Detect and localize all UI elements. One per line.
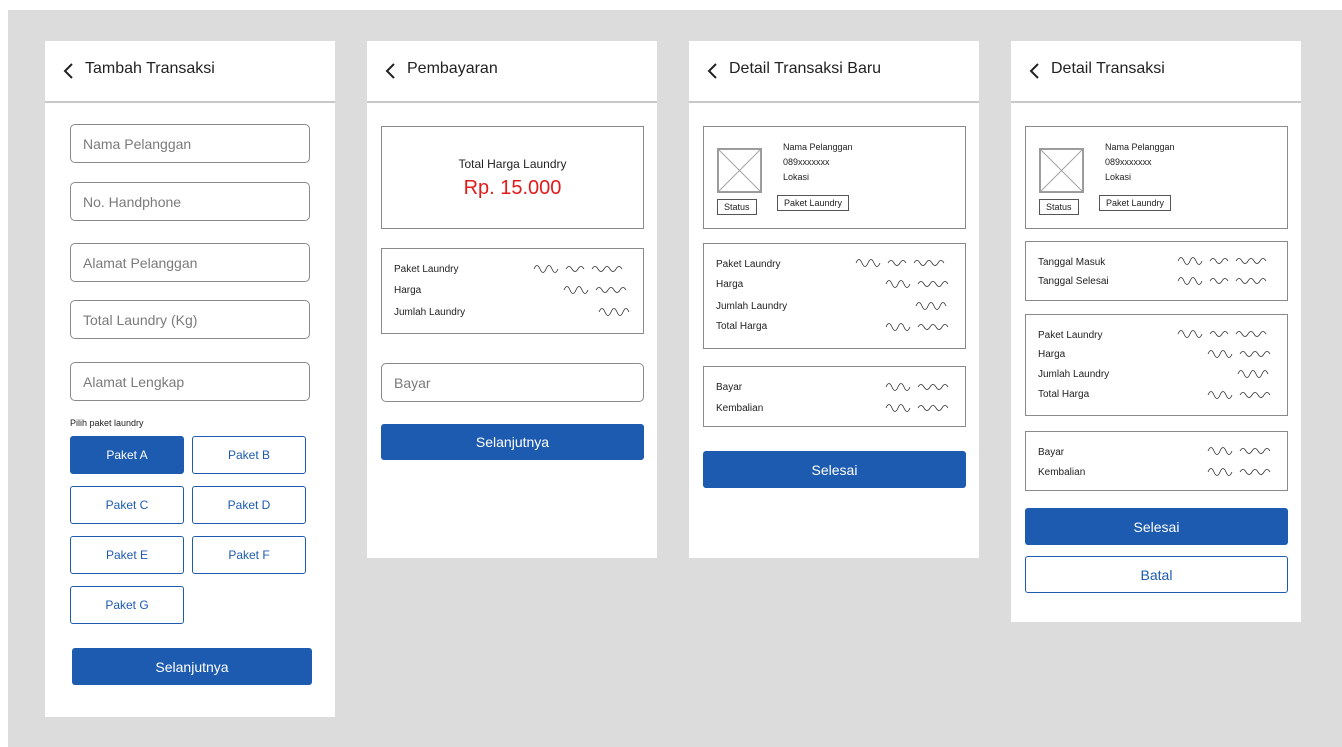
row-label: Paket Laundry	[716, 259, 781, 270]
package-e-button[interactable]: Paket E	[70, 536, 184, 574]
app-header: Detail Transaksi	[1011, 41, 1301, 103]
row-label: Kembalian	[716, 403, 764, 414]
payment-card: Bayar Kembalian	[703, 366, 966, 427]
chevron-left-icon[interactable]	[381, 59, 401, 83]
row-label: Harga	[716, 279, 744, 290]
row-label: Paket Laundry	[394, 264, 459, 275]
app-header: Tambah Transaksi	[45, 41, 335, 103]
page-title: Tambah Transaksi	[85, 60, 215, 77]
placeholder-text-scribble	[1207, 391, 1271, 399]
done-button[interactable]: Selesai	[1025, 508, 1288, 545]
customer-card: Nama Pelanggan 089xxxxxxx Lokasi Status …	[1025, 126, 1288, 229]
total-price-card: Total Harga Laundry Rp. 15.000	[381, 126, 644, 229]
package-d-button[interactable]: Paket D	[192, 486, 306, 524]
row-label: Jumlah Laundry	[1038, 369, 1110, 380]
dates-card: Tanggal Masuk Tanggal Selesai	[1025, 241, 1288, 301]
customer-location: Lokasi	[1105, 172, 1132, 182]
customer-info: Nama Pelanggan 089xxxxxxx Lokasi	[1105, 140, 1175, 185]
customer-address-input[interactable]: Alamat Pelanggan	[70, 243, 310, 282]
customer-phone: 089xxxxxxx	[783, 157, 830, 167]
customer-name-input[interactable]: Nama Pelanggan	[70, 124, 310, 163]
phone-input[interactable]: No. Handphone	[70, 182, 310, 221]
customer-name: Nama Pelanggan	[783, 142, 853, 152]
row-label: Jumlah Laundry	[394, 307, 466, 318]
image-placeholder-icon	[717, 148, 762, 193]
customer-info: Nama Pelanggan 089xxxxxxx Lokasi	[783, 140, 853, 185]
cancel-button[interactable]: Batal	[1025, 556, 1288, 593]
package-f-button[interactable]: Paket F	[192, 536, 306, 574]
full-address-input[interactable]: Alamat Lengkap	[70, 362, 310, 401]
placeholder-text-scribble	[885, 323, 949, 331]
placeholder-text-scribble	[1207, 350, 1271, 358]
customer-phone: 089xxxxxxx	[1105, 157, 1152, 167]
row-label: Tanggal Selesai	[1038, 276, 1109, 287]
order-summary-card: Paket Laundry Harga Jumlah Laundry Total…	[703, 243, 966, 349]
page-title: Pembayaran	[407, 60, 498, 77]
chevron-left-icon[interactable]	[59, 59, 79, 83]
placeholder-text-scribble	[1237, 370, 1269, 378]
package-a-button[interactable]: Paket A	[70, 436, 184, 474]
row-label: Harga	[1038, 349, 1066, 360]
row-label: Paket Laundry	[1038, 330, 1103, 341]
next-button[interactable]: Selanjutnya	[72, 648, 312, 685]
package-prompt-label: Pilih paket laundry	[70, 418, 144, 428]
order-summary-card: Paket Laundry Harga Jumlah Laundry	[381, 248, 644, 334]
next-button[interactable]: Selanjutnya	[381, 424, 644, 460]
package-b-button[interactable]: Paket B	[192, 436, 306, 474]
order-summary-card: Paket Laundry Harga Jumlah Laundry Total…	[1025, 314, 1288, 416]
package-badge: Paket Laundry	[777, 195, 850, 211]
package-c-button[interactable]: Paket C	[70, 486, 184, 524]
row-label: Kembalian	[1038, 467, 1086, 478]
chevron-left-icon[interactable]	[703, 59, 723, 83]
placeholder-text-scribble	[533, 265, 623, 273]
row-label: Harga	[394, 285, 422, 296]
row-label: Total Harga	[716, 321, 768, 332]
placeholder-text-scribble	[1177, 257, 1267, 265]
status-badge: Status	[1039, 199, 1079, 215]
placeholder-text-scribble	[885, 383, 949, 391]
placeholder-text-scribble	[598, 308, 630, 316]
image-placeholder-icon	[1039, 148, 1084, 193]
row-label: Bayar	[716, 382, 743, 393]
row-label: Bayar	[1038, 447, 1065, 458]
pay-input[interactable]: Bayar	[381, 363, 644, 402]
placeholder-text-scribble	[855, 259, 945, 267]
done-button[interactable]: Selesai	[703, 451, 966, 488]
customer-name: Nama Pelanggan	[1105, 142, 1175, 152]
total-price-amount: Rp. 15.000	[463, 177, 562, 199]
package-g-button[interactable]: Paket G	[70, 586, 184, 624]
placeholder-text-scribble	[563, 286, 627, 294]
screen-tambah-transaksi: Tambah Transaksi Nama Pelanggan No. Hand…	[45, 41, 335, 717]
placeholder-text-scribble	[1177, 330, 1267, 338]
payment-card: Bayar Kembalian	[1025, 431, 1288, 491]
app-header: Detail Transaksi Baru	[689, 41, 979, 103]
customer-location: Lokasi	[783, 172, 810, 182]
app-header: Pembayaran	[367, 41, 657, 103]
screen-detail-transaksi-baru: Detail Transaksi Baru Nama Pelanggan 089…	[689, 41, 979, 558]
placeholder-text-scribble	[1207, 468, 1271, 476]
placeholder-text-scribble	[885, 280, 949, 288]
row-label: Tanggal Masuk	[1038, 257, 1106, 268]
placeholder-text-scribble	[1177, 277, 1267, 285]
page-title: Detail Transaksi Baru	[729, 60, 882, 77]
page-title: Detail Transaksi	[1051, 60, 1165, 77]
screen-pembayaran: Pembayaran Total Harga Laundry Rp. 15.00…	[367, 41, 657, 558]
placeholder-text-scribble	[915, 302, 947, 310]
status-badge: Status	[717, 199, 757, 215]
total-price-label: Total Harga Laundry	[458, 157, 567, 171]
chevron-left-icon[interactable]	[1025, 59, 1045, 83]
customer-card: Nama Pelanggan 089xxxxxxx Lokasi Status …	[703, 126, 966, 229]
package-badge: Paket Laundry	[1099, 195, 1172, 211]
placeholder-text-scribble	[885, 404, 949, 412]
total-laundry-input[interactable]: Total Laundry (Kg)	[70, 300, 310, 339]
screen-detail-transaksi: Detail Transaksi Nama Pelanggan 089xxxxx…	[1011, 41, 1301, 622]
row-label: Jumlah Laundry	[716, 301, 788, 312]
row-label: Total Harga	[1038, 389, 1090, 400]
placeholder-text-scribble	[1207, 447, 1271, 455]
